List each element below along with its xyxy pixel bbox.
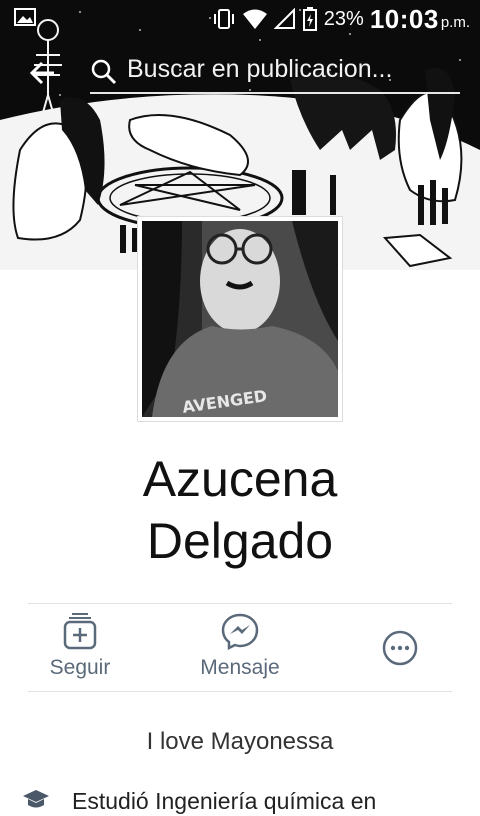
wifi-icon — [242, 9, 267, 29]
divider-top — [28, 603, 452, 604]
gallery-icon — [14, 8, 36, 26]
profile-name: Azucena Delgado — [0, 448, 480, 572]
more-icon — [382, 630, 418, 666]
profile-portrait: AVENGED — [142, 221, 338, 417]
profile-first-name: Azucena — [142, 451, 338, 507]
profile-photo: AVENGED — [142, 221, 338, 417]
follow-label: Seguir — [49, 656, 111, 679]
search-bar[interactable]: Buscar en publicacion... — [0, 46, 480, 100]
follow-button[interactable]: Seguir — [30, 606, 130, 686]
battery-icon — [302, 7, 317, 31]
search-input[interactable]: Buscar en publicacion... — [127, 55, 392, 84]
status-bar: 23% 10:03 p.m. — [0, 0, 480, 38]
search-underline — [90, 92, 460, 94]
message-button[interactable]: Mensaje — [185, 606, 295, 686]
signal-icon — [273, 8, 295, 29]
message-label: Mensaje — [200, 656, 280, 679]
battery-percent: 23% — [323, 7, 364, 30]
messenger-icon — [221, 613, 259, 650]
education-row[interactable]: Estudió Ingeniería química en — [22, 786, 480, 816]
divider-bottom — [28, 691, 452, 692]
profile-last-name: Delgado — [146, 513, 334, 569]
search-icon — [91, 59, 117, 85]
follow-icon — [63, 613, 97, 650]
vibrate-icon — [213, 9, 234, 29]
education-text: Estudió Ingeniería química en — [72, 788, 377, 814]
graduation-cap-icon — [23, 790, 49, 808]
profile-bio: I love Mayonessa — [146, 728, 334, 755]
profile-picture[interactable]: AVENGED — [138, 217, 342, 421]
clock-ampm: p.m. — [440, 13, 470, 31]
back-arrow-icon[interactable] — [28, 60, 56, 86]
clock: 10:03 — [369, 3, 439, 34]
more-button[interactable] — [372, 606, 428, 686]
